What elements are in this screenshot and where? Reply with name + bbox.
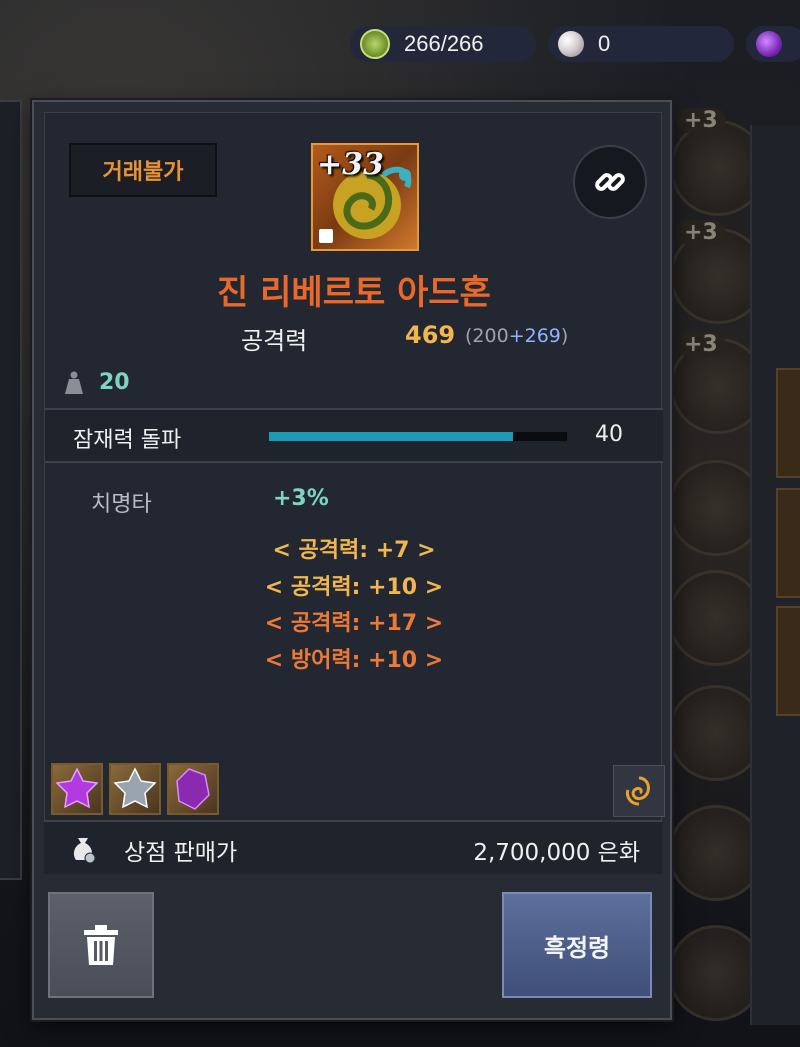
discard-button[interactable] [48, 892, 154, 998]
item-info-card: 거래불가 +33 진 리베르토 아드혼 공격력 469 (200+269) 20… [44, 112, 665, 864]
pearl-value: 0 [598, 31, 611, 56]
bg-slot-badge: +3 [676, 108, 726, 133]
item-tooltip-panel: 거래불가 +33 진 리베르토 아드혼 공격력 469 (200+269) 20… [32, 100, 672, 1020]
pearl-counter: 0 [548, 26, 734, 62]
bg-item-card [776, 606, 800, 716]
enhance-level: +33 [317, 147, 384, 182]
sell-price-row: 상점 판매가 2,700,000 은화 [44, 820, 662, 874]
bg-item-card [776, 488, 800, 598]
bg-item-card [776, 368, 800, 478]
option-line: < 공격력: +7 > [272, 538, 436, 563]
silver-gem-shape [113, 767, 157, 809]
purple-gem-icon[interactable] [51, 763, 103, 815]
potential-breakthrough-row: 잠재력 돌파 40 [45, 408, 663, 463]
crit-value: +3% [273, 486, 329, 511]
bg-slot-badge: +3 [676, 332, 726, 357]
attack-breakdown: (200+269) [465, 325, 568, 347]
weight-icon [65, 371, 83, 394]
weight-row: 20 [63, 370, 130, 395]
sell-price-label: 상점 판매가 [124, 840, 238, 866]
item-name: 진 리베르토 아드혼 [217, 273, 491, 313]
bg-left-panel [0, 100, 22, 880]
sell-price-value: 2,700,000 은화 [473, 840, 640, 866]
attack-value: 469 [405, 321, 456, 349]
attack-label: 공격력 [241, 327, 308, 355]
lock-icon [319, 229, 333, 243]
crit-label: 치명타 [91, 492, 152, 517]
stamina-counter: 266/266 [350, 26, 536, 62]
option-line: < 공격력: +10 > [264, 574, 444, 600]
option-line: < 공격력: +17 > [264, 611, 444, 636]
green-fist-icon [360, 29, 390, 59]
weight-value: 20 [99, 370, 130, 395]
potential-progress-bar [269, 432, 567, 441]
link-button[interactable] [573, 145, 647, 219]
option-list: < 공격력: +7 > < 공격력: +10 > < 공격력: +17 > < … [45, 533, 663, 679]
potential-progress-fill [269, 432, 514, 441]
bg-slot-badge: +3 [676, 220, 726, 245]
attack-base: (200 [465, 325, 509, 347]
crystal-counter [746, 26, 800, 62]
potential-value: 40 [595, 422, 623, 447]
potential-label: 잠재력 돌파 [73, 428, 182, 453]
socket-gem-row [51, 763, 219, 815]
purple-gem-shape [55, 767, 99, 809]
engrave-button[interactable] [613, 765, 665, 817]
attack-close: ) [560, 325, 569, 347]
purple-crystal-shape [176, 768, 210, 810]
trade-restriction-badge: 거래불가 [69, 143, 217, 197]
pearl-icon [558, 31, 584, 57]
stamina-value: 266/266 [404, 31, 484, 56]
option-line: < 방어력: +10 > [264, 647, 444, 673]
silver-gem-icon[interactable] [109, 763, 161, 815]
black-spirit-button[interactable]: 흑정령 [502, 892, 652, 998]
purple-crystal-gem-icon[interactable] [167, 763, 219, 815]
swirl-icon [626, 776, 650, 806]
trash-icon [84, 925, 118, 965]
money-bag-icon [73, 838, 96, 864]
purple-crystal-icon [756, 31, 782, 57]
item-icon: +33 [311, 143, 419, 251]
chain-link-icon [595, 173, 625, 191]
attack-bonus: +269 [508, 325, 561, 347]
